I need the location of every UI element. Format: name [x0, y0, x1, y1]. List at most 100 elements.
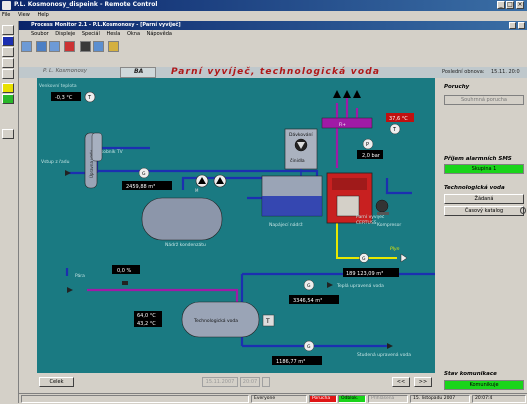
request-button[interactable]: Žádaná: [444, 194, 524, 204]
prev-button[interactable]: <<: [392, 377, 410, 387]
process-diagram: Venkovní teplota -0,3 °C T Vstup z řadu …: [37, 78, 435, 373]
menu-okna[interactable]: Okna: [127, 31, 140, 37]
status-date: 15. listopadu 2007: [410, 395, 470, 403]
menu-displeje[interactable]: Displeje: [55, 31, 75, 37]
last-update-label: Poslední obnova:: [442, 69, 485, 75]
feed-tank-label: Napájecí nádrž: [269, 221, 303, 228]
status-bar: Everyone Porucha Odblok. Příhlášena 15. …: [19, 393, 527, 404]
tech-heading: Technologická voda: [444, 185, 505, 191]
g-marker-hot: G: [307, 283, 311, 289]
maximize-button[interactable]: □: [506, 1, 514, 9]
grid-icon[interactable]: [2, 129, 14, 139]
menu-soubor[interactable]: Soubor: [31, 31, 49, 37]
table-icon[interactable]: [80, 41, 91, 52]
status-fault: Porucha: [309, 395, 337, 403]
tv-tank: [91, 132, 103, 162]
remote-control-sidebar: [0, 21, 19, 403]
system-code: BA: [134, 68, 144, 75]
doser-sublabel: činidla: [290, 157, 305, 164]
right-panel: Poruchy Souhrnná porucha Příjem alarmníc…: [437, 78, 527, 403]
full-view-button[interactable]: Celek: [39, 377, 74, 387]
gas-flow-value: 189 123,09 m³: [346, 271, 383, 277]
pressure-value: 2,0 bar: [362, 153, 381, 159]
t-marker-tech: T: [265, 318, 270, 325]
menu-napoveda[interactable]: Nápověda: [147, 31, 172, 37]
gas-label: Plyn: [390, 246, 400, 252]
alarm-icon[interactable]: [64, 41, 75, 52]
toolbar: [19, 39, 527, 53]
bottom-nav-bar: Celek 15.11.2007 20:07 << >>: [37, 375, 435, 389]
svg-text:FI+: FI+: [339, 122, 346, 127]
chart-icon[interactable]: [93, 41, 104, 52]
last-update-value: 15.11. 20:0: [491, 69, 520, 75]
outer-title-bar: P.L. Kosmonosy_dispeink - Remote Control…: [0, 0, 527, 11]
time-catalog-indicator-icon: [520, 207, 526, 214]
inner-menu-bar: Soubor Displeje Speciál Hesla Okna Nápov…: [19, 30, 527, 39]
status-ok: Odblok.: [338, 395, 366, 403]
plus-icon[interactable]: [2, 69, 14, 79]
date-field[interactable]: 15.11.2007: [202, 377, 238, 387]
app-icon: [2, 1, 11, 10]
boiler-sublabel: CERTUSS: [356, 220, 377, 226]
outdoor-temp-label: Venkovní teplota: [39, 82, 77, 89]
menu-view[interactable]: View: [18, 12, 30, 18]
status-time: 20:07:4: [472, 395, 526, 403]
sms-group-indicator: Skupina 1: [444, 164, 524, 174]
comm-heading: Stav komunikace: [444, 371, 497, 377]
sidebar-button-3[interactable]: [2, 47, 14, 57]
help-icon[interactable]: [108, 41, 119, 52]
location-label: P. L. Kosmonosy: [43, 68, 87, 74]
display-icon[interactable]: [21, 41, 32, 52]
tech-temp-1: 64,0 °C: [137, 313, 156, 319]
close-button[interactable]: ×: [516, 1, 524, 9]
menu-hesla[interactable]: Hesla: [106, 31, 120, 37]
time-field[interactable]: 20:07: [240, 377, 260, 387]
steam-percent-value: 0,0 %: [117, 268, 132, 274]
menu-help[interactable]: Help: [37, 12, 48, 18]
inner-title-text: Process Monitor 2.1 - P.L.Kosmonosy - [P…: [31, 22, 181, 28]
steam-label: Pára: [75, 272, 85, 279]
comm-status-indicator: Komunikuje: [444, 380, 524, 390]
minimize-button[interactable]: _: [497, 1, 505, 9]
sidebar-button-4[interactable]: [2, 58, 14, 68]
status-empty: [21, 395, 249, 403]
time-catalog-button[interactable]: Časový katalog: [444, 206, 524, 216]
warning-icon[interactable]: [2, 83, 14, 93]
faults-heading: Poruchy: [444, 84, 470, 90]
display2-icon[interactable]: [36, 41, 47, 52]
status-icon[interactable]: [2, 94, 14, 104]
tech-water-label: Technologická voda: [193, 317, 238, 324]
hot-water-label: Teplá upravená voda: [336, 282, 384, 289]
sms-heading: Příjem alarmních SMS: [444, 156, 512, 162]
steam-collector: [321, 117, 373, 129]
compressor-label: Kompresor: [377, 222, 401, 228]
faults-button[interactable]: Souhrnná porucha: [444, 95, 524, 105]
display3-icon[interactable]: [49, 41, 60, 52]
inner-close-button[interactable]: [518, 22, 525, 29]
doser-label: Dávkování: [289, 131, 313, 138]
page-title: Parní vyvíječ, technologická voda: [171, 67, 381, 77]
inlet-label: Vstup z řadu: [41, 158, 70, 165]
status-user: Everyone: [251, 395, 307, 403]
outer-title-text: P.L. Kosmonosy_dispeink - Remote Control: [14, 1, 158, 8]
sidebar-button-1[interactable]: [2, 25, 14, 35]
menu-special[interactable]: Speciál: [82, 31, 100, 37]
inner-minimize-button[interactable]: [509, 22, 516, 29]
sidebar-button-2[interactable]: [2, 36, 14, 46]
next-button[interactable]: >>: [414, 377, 432, 387]
condensate-tank-label: Nádrž kondenzátu: [165, 241, 206, 248]
status-register: Příhlášena: [368, 395, 408, 403]
display-header: P. L. Kosmonosy BA Parní vyvíječ, techno…: [19, 67, 527, 78]
inner-title-bar: Process Monitor 2.1 - P.L.Kosmonosy - [P…: [19, 21, 527, 30]
main-flow-value: 2459,88 m³: [126, 184, 155, 190]
outer-menu-bar: File View Help: [0, 11, 527, 21]
pressure-marker: P: [366, 142, 369, 148]
compressor: [375, 199, 389, 213]
svg-text:M: M: [195, 188, 199, 193]
cold-water-flow: 1186,77 m³: [276, 359, 305, 365]
time-spinner[interactable]: [262, 377, 270, 387]
cold-water-label: Studená upravená voda: [357, 351, 411, 358]
menu-file[interactable]: File: [2, 12, 10, 18]
outside-temp-value: -0,3 °C: [55, 95, 73, 101]
hot-water-flow: 3346,54 m³: [293, 298, 322, 304]
